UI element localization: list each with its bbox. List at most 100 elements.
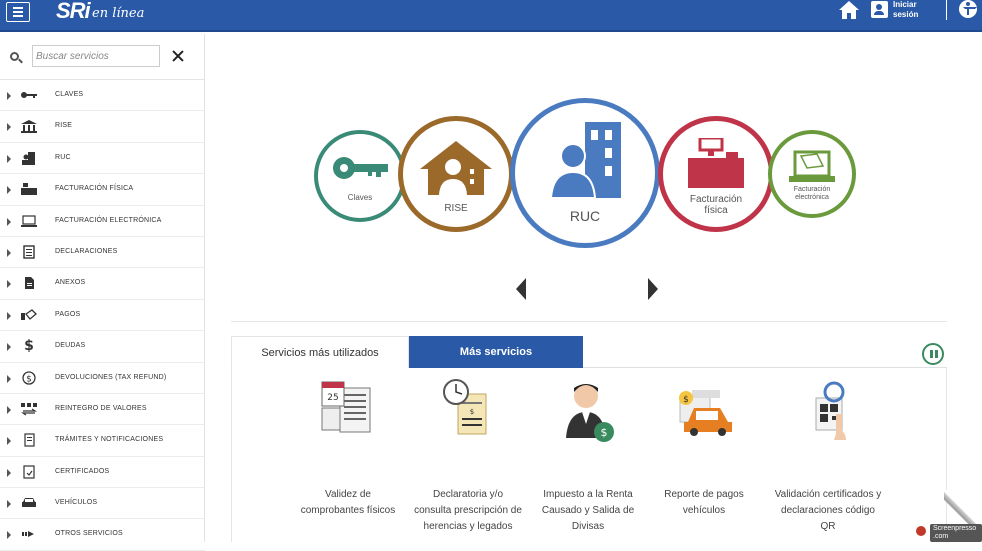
top-bar: SRi en línea Iniciar sesión xyxy=(0,0,982,32)
sidebar-item-deudas[interactable]: $ DEUDAS xyxy=(0,331,205,363)
caret-right-icon xyxy=(7,92,11,100)
caret-right-icon xyxy=(7,531,11,540)
building-icon xyxy=(22,151,35,165)
close-icon[interactable] xyxy=(172,50,184,62)
carousel-item-claves[interactable]: Claves xyxy=(314,130,406,222)
service-label: Reporte de pagos vehículos xyxy=(664,489,744,516)
carousel-item-facturacion-electronica[interactable]: Facturación electrónica xyxy=(768,130,856,218)
tab-servicios-mas-utilizados[interactable]: Servicios más utilizados xyxy=(231,336,409,368)
sidebar-item-facturacion-electronica[interactable]: FACTURACIÓN ELECTRÓNICA xyxy=(0,206,205,237)
service-reporte-pagos-vehiculos[interactable]: $ Reporte de pagos vehículos xyxy=(650,378,758,519)
sidebar-item-label: FACTURACIÓN ELECTRÓNICA xyxy=(55,216,162,224)
service-declaratoria-herencias[interactable]: $ Declaratoria y/o consulta prescripción… xyxy=(414,378,522,535)
service-validacion-qr[interactable]: Validación certificados y declaraciones … xyxy=(774,378,882,535)
sidebar-item-reintegro[interactable]: REINTEGRO DE VALORES xyxy=(0,394,205,426)
caret-right-icon xyxy=(7,154,11,163)
sidebar-item-label: DECLARACIONES xyxy=(55,247,118,255)
sidebar-item-tramites[interactable]: TRÁMITES Y NOTIFICACIONES xyxy=(0,425,205,457)
caret-right-icon xyxy=(7,280,11,289)
person-money-icon: $ xyxy=(566,384,614,442)
file-icon xyxy=(25,277,34,290)
sidebar-item-label: RISE xyxy=(55,122,73,130)
search-input[interactable] xyxy=(32,45,160,67)
sidebar-item-label: DEVOLUCIONES (TAX REFUND) xyxy=(55,373,167,381)
caret-right-icon xyxy=(7,437,11,446)
car-payment-icon: $ xyxy=(679,390,732,436)
carousel-prev-button[interactable] xyxy=(516,278,526,300)
sidebar-item-devoluciones[interactable]: $ DEVOLUCIONES (TAX REFUND) xyxy=(0,363,205,394)
logo[interactable]: SRi xyxy=(56,0,91,24)
sidebar-item-label: RUC xyxy=(55,153,71,161)
user-icon[interactable] xyxy=(871,1,888,18)
search-icon xyxy=(10,52,19,61)
pause-button[interactable] xyxy=(922,343,944,365)
services-panel: 25 Validez de comprobantes físicos $ Dec… xyxy=(231,368,947,542)
service-label: Validez de comprobantes físicos xyxy=(300,489,396,516)
caret-right-icon xyxy=(7,374,11,383)
notification-doc-icon xyxy=(24,433,35,447)
bank-icon xyxy=(21,120,37,134)
laptop-document-icon xyxy=(789,150,835,182)
menu-icon[interactable] xyxy=(6,2,30,22)
svg-text:$: $ xyxy=(601,426,608,439)
tab-mas-servicios[interactable]: Más servicios xyxy=(409,336,583,368)
dollar-icon: $ xyxy=(24,338,34,355)
screenpresso-logo-icon xyxy=(916,526,926,536)
caret-right-icon xyxy=(7,405,11,414)
caret-right-icon xyxy=(7,311,11,320)
login-link[interactable]: Iniciar sesión xyxy=(893,0,933,20)
cash-register-icon xyxy=(21,183,37,196)
exchange-icon xyxy=(21,402,37,416)
clock-document-icon: $ xyxy=(443,379,487,435)
carousel-label: Facturación física xyxy=(689,194,743,216)
carousel-label: Facturación electrónica xyxy=(793,186,831,201)
accessibility-icon[interactable] xyxy=(959,0,977,18)
sidebar-item-pagos[interactable]: PAGOS xyxy=(0,300,205,332)
carousel-next-button[interactable] xyxy=(648,278,658,300)
sidebar-item-vehiculos[interactable]: VEHÍCULOS xyxy=(0,488,205,520)
caret-right-icon xyxy=(7,217,11,226)
caret-right-icon xyxy=(7,123,11,132)
carousel-item-rise[interactable]: RISE xyxy=(398,116,514,232)
handshake-icon xyxy=(21,308,37,320)
carousel-item-facturacion-fisica[interactable]: Facturación física xyxy=(658,116,774,232)
laptop-icon xyxy=(21,214,37,227)
sidebar-item-anexos[interactable]: ANEXOS xyxy=(0,268,205,300)
carousel-item-ruc[interactable]: RUC xyxy=(510,98,660,248)
car-icon xyxy=(22,498,36,508)
sidebar-item-declaraciones[interactable]: DECLARACIONES xyxy=(0,237,205,269)
sidebar-item-otros[interactable]: OTROS SERVICIOS xyxy=(0,519,205,551)
main-content: Claves RISE RUC Facturación física Factu… xyxy=(206,34,982,542)
divider xyxy=(946,0,947,20)
service-impuesto-renta[interactable]: $ Impuesto a la Renta Causado y Salida d… xyxy=(534,378,642,535)
service-carousel: Claves RISE RUC Facturación física Factu… xyxy=(206,34,982,314)
sidebar-item-label: ANEXOS xyxy=(55,279,86,287)
caret-right-icon xyxy=(7,500,11,509)
service-validez-comprobantes[interactable]: 25 Validez de comprobantes físicos xyxy=(294,378,402,519)
svg-text:$: $ xyxy=(26,374,32,384)
caret-right-icon xyxy=(7,186,11,195)
caret-right-icon xyxy=(7,343,11,352)
sidebar-item-ruc[interactable]: RUC xyxy=(0,143,205,175)
service-label: Validación certificados y declaraciones … xyxy=(774,489,882,532)
carousel-label: Claves xyxy=(347,192,373,202)
sidebar-item-facturacion-fisica[interactable]: FACTURACIÓN FÍSICA xyxy=(0,174,205,206)
service-label: Impuesto a la Renta Causado y Salida de … xyxy=(541,489,635,532)
building-person-icon xyxy=(549,122,621,198)
nav-list: CLAVES RISE RUC FACTURACIÓN FÍSICA FACTU… xyxy=(0,80,205,551)
watermark-text: Screenpresso .com xyxy=(930,524,982,542)
sidebar-item-certificados[interactable]: CERTIFICADOS xyxy=(0,457,205,489)
sidebar-item-claves[interactable]: CLAVES xyxy=(0,80,205,112)
screenpresso-watermark: Screenpresso .com xyxy=(910,490,982,542)
document-list-icon xyxy=(23,245,35,259)
house-person-icon xyxy=(420,140,492,195)
cash-register-icon xyxy=(688,138,744,188)
sidebar: CLAVES RISE RUC FACTURACIÓN FÍSICA FACTU… xyxy=(0,34,205,551)
service-label: Declaratoria y/o consulta prescripción d… xyxy=(414,489,522,532)
carousel-label: RISE xyxy=(444,202,468,214)
sidebar-item-rise[interactable]: RISE xyxy=(0,111,205,143)
caret-right-icon xyxy=(7,248,11,257)
home-icon[interactable] xyxy=(838,0,860,20)
svg-text:$: $ xyxy=(470,408,474,416)
divider xyxy=(231,321,947,322)
